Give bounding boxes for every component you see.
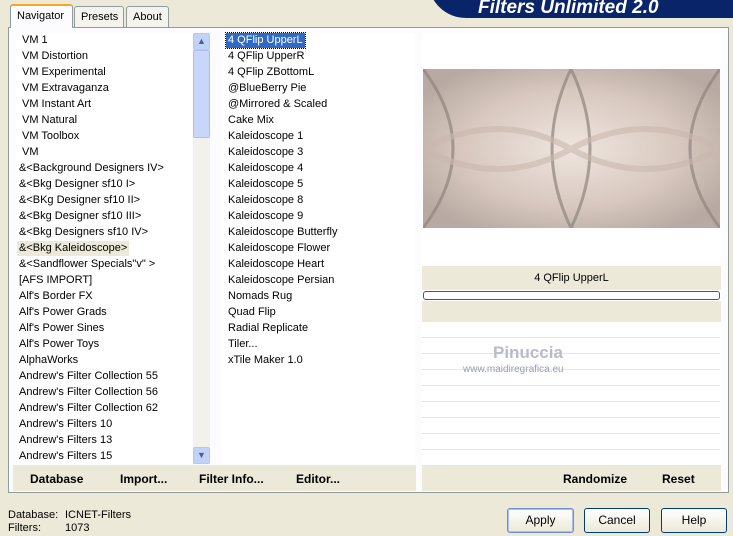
filter-item[interactable]: Kaleidoscope 9 xyxy=(226,209,305,224)
filter-item[interactable]: Kaleidoscope Flower xyxy=(226,241,332,256)
filter-item[interactable]: @Mirrored & Scaled xyxy=(226,97,329,112)
scroll-down-icon[interactable]: ▼ xyxy=(193,447,210,464)
category-item[interactable]: &<Bkg Kaleidoscope> xyxy=(17,241,130,256)
category-item[interactable]: Andrew's Filter Collection 62 xyxy=(17,401,160,416)
category-item[interactable]: VM 1 xyxy=(20,33,50,48)
filter-item[interactable]: Quad Flip xyxy=(226,305,278,320)
filter-item[interactable]: @BlueBerry Pie xyxy=(226,81,308,96)
filter-item[interactable]: 4 QFlip ZBottomL xyxy=(226,65,316,80)
filter-item[interactable]: Kaleidoscope 1 xyxy=(226,129,305,144)
filter-item[interactable]: Kaleidoscope Heart xyxy=(226,257,326,272)
category-list[interactable]: VM 1 VM Distortion VM Experimental VM Extra… xyxy=(14,33,210,464)
watermark-url: www.maidiregrafica.eu xyxy=(463,364,564,375)
tab-presets[interactable]: Presets xyxy=(74,6,124,27)
category-item[interactable]: &<Bkg Designer sf10 I> xyxy=(17,177,137,192)
filter-item[interactable]: Kaleidoscope 8 xyxy=(226,193,305,208)
filters-value: 1073 xyxy=(65,522,90,534)
parameter-row xyxy=(422,338,720,354)
category-item[interactable]: Andrew's Filters 13 xyxy=(17,433,114,448)
database-label: Database: xyxy=(8,509,59,521)
progress-band xyxy=(422,301,721,322)
filter-item[interactable]: Cake Mix xyxy=(226,113,276,128)
filter-item[interactable]: 4 QFlip UpperR xyxy=(226,49,306,64)
preview-filter-name: 4 QFlip UpperL xyxy=(422,266,721,290)
filters-label: Filters: xyxy=(8,522,41,534)
filter-item[interactable]: Nomads Rug xyxy=(226,289,294,304)
filter-info-button[interactable]: Filter Info... xyxy=(199,472,264,486)
parameter-row xyxy=(422,386,720,402)
category-item[interactable]: &<Sandflower Specials"v" > xyxy=(17,257,157,272)
parameter-row xyxy=(422,418,720,434)
preview-image xyxy=(423,69,720,228)
category-item[interactable]: VM Extravaganza xyxy=(20,81,111,96)
filter-list[interactable]: 4 QFlip UpperL 4 QFlip UpperR 4 QFlip ZBot… xyxy=(222,32,415,464)
category-scrollbar[interactable]: ▲ ▼ xyxy=(193,33,210,464)
reset-button[interactable]: Reset xyxy=(662,472,695,486)
tab-about[interactable]: About xyxy=(126,6,169,27)
category-item[interactable]: Alf's Border FX xyxy=(17,289,95,304)
parameter-row xyxy=(422,402,720,418)
category-item[interactable]: AlphaWorks xyxy=(17,353,80,368)
category-item[interactable]: &<BKg Designer sf10 II> xyxy=(17,193,142,208)
category-item[interactable]: Andrew's Filter Collection 56 xyxy=(17,385,160,400)
parameter-row xyxy=(422,322,720,338)
apply-button[interactable]: Apply xyxy=(507,508,574,533)
category-item[interactable]: &<Background Designers IV> xyxy=(17,161,166,176)
category-item[interactable]: VM Instant Art xyxy=(20,97,93,112)
parameter-row xyxy=(422,450,720,466)
filter-item[interactable]: Kaleidoscope Persian xyxy=(226,273,336,288)
app-title-banner: Filters Unlimited 2.0 xyxy=(428,0,733,18)
category-item[interactable]: &<Bkg Designers sf10 IV> xyxy=(17,225,150,240)
category-item[interactable]: VM Toolbox xyxy=(20,129,81,144)
tab-navigator[interactable]: Navigator xyxy=(10,4,73,28)
category-item[interactable]: Andrew's Filters 10 xyxy=(17,417,114,432)
editor-button[interactable]: Editor... xyxy=(296,472,340,486)
category-item[interactable]: Alf's Power Sines xyxy=(17,321,106,336)
category-item[interactable]: VM Experimental xyxy=(20,65,108,80)
parameter-row xyxy=(422,434,720,450)
filter-item[interactable]: xTile Maker 1.0 xyxy=(226,353,305,368)
scroll-thumb[interactable] xyxy=(193,50,210,138)
cancel-button[interactable]: Cancel xyxy=(584,508,650,533)
import-button[interactable]: Import... xyxy=(120,472,167,486)
watermark: Pinuccia xyxy=(493,343,563,362)
category-item[interactable]: Andrew's Filters 15 xyxy=(17,449,114,464)
filter-item[interactable]: Radial Replicate xyxy=(226,321,310,336)
randomize-button[interactable]: Randomize xyxy=(563,472,627,486)
category-item[interactable]: VM xyxy=(20,145,41,160)
database-button[interactable]: Database xyxy=(30,472,83,486)
database-value: ICNET-Filters xyxy=(65,509,131,521)
filter-item[interactable]: 4 QFlip UpperL xyxy=(225,32,306,49)
category-item[interactable]: VM Distortion xyxy=(20,49,90,64)
filter-item[interactable]: Kaleidoscope 4 xyxy=(226,161,305,176)
category-item[interactable]: Andrew's Filter Collection 55 xyxy=(17,369,160,384)
filter-item[interactable]: Tiler... xyxy=(226,337,260,352)
category-item[interactable]: [AFS IMPORT] xyxy=(17,273,94,288)
category-item[interactable]: VM Natural xyxy=(20,113,79,128)
category-item[interactable]: Alf's Power Toys xyxy=(17,337,101,352)
filter-item[interactable]: Kaleidoscope 3 xyxy=(226,145,305,160)
help-button[interactable]: Help xyxy=(661,508,727,533)
filter-item[interactable]: Kaleidoscope 5 xyxy=(226,177,305,192)
filter-item[interactable]: Kaleidoscope Butterfly xyxy=(226,225,339,240)
category-item[interactable]: Alf's Power Grads xyxy=(17,305,109,320)
category-item[interactable]: &<Bkg Designer sf10 III> xyxy=(17,209,143,224)
scroll-up-icon[interactable]: ▲ xyxy=(193,33,210,50)
progress-bar xyxy=(423,291,720,300)
